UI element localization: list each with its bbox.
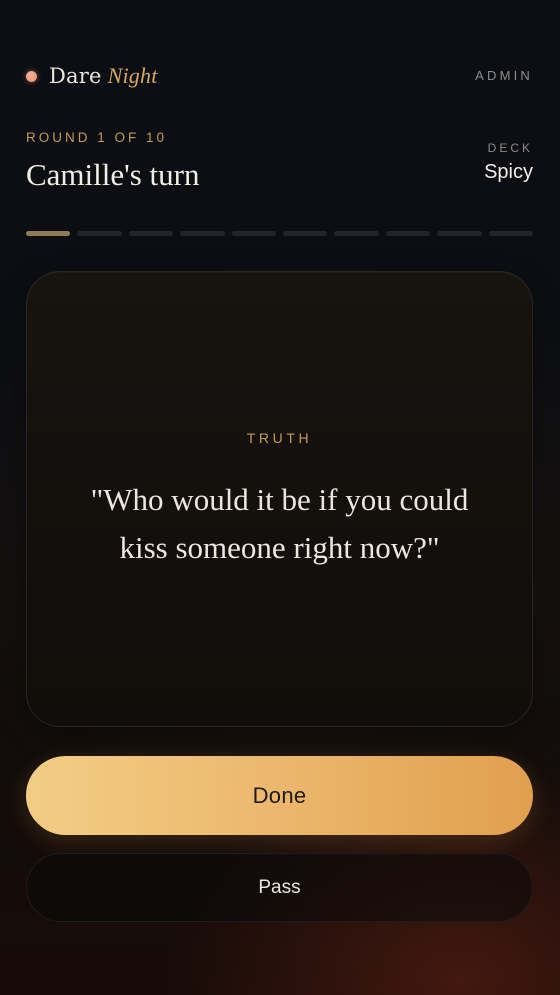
deck-value: Spicy <box>484 161 533 183</box>
progress-segment <box>26 231 71 236</box>
pass-button[interactable]: Pass <box>26 853 533 922</box>
deck-label: DECK <box>487 141 533 155</box>
prompt-card: TRUTH "Who would it be if you could kiss… <box>26 271 533 727</box>
player-turn-title: Camille's turn <box>26 157 200 192</box>
progress-segment <box>385 231 431 236</box>
brand-logo: Dare Night <box>26 62 158 90</box>
card-prompt-text: "Who would it be if you could kiss someo… <box>90 482 469 565</box>
round-progress-bar <box>26 231 534 236</box>
progress-segment <box>437 231 482 236</box>
done-button[interactable]: Done <box>26 756 533 835</box>
progress-segment <box>77 231 122 236</box>
brand-dot-icon <box>26 70 37 82</box>
round-indicator: ROUND 1 OF 10 <box>26 130 168 145</box>
progress-segment <box>283 231 328 236</box>
progress-segment <box>231 231 277 236</box>
brand-name: Dare Night <box>49 63 158 88</box>
brand-name-accent: Night <box>107 63 158 88</box>
admin-link[interactable]: ADMIN <box>475 68 533 83</box>
progress-segment <box>334 231 379 236</box>
progress-segment <box>180 231 225 236</box>
progress-segment <box>128 231 174 236</box>
card-type-label: TRUTH <box>246 430 313 446</box>
progress-segment <box>488 231 534 236</box>
